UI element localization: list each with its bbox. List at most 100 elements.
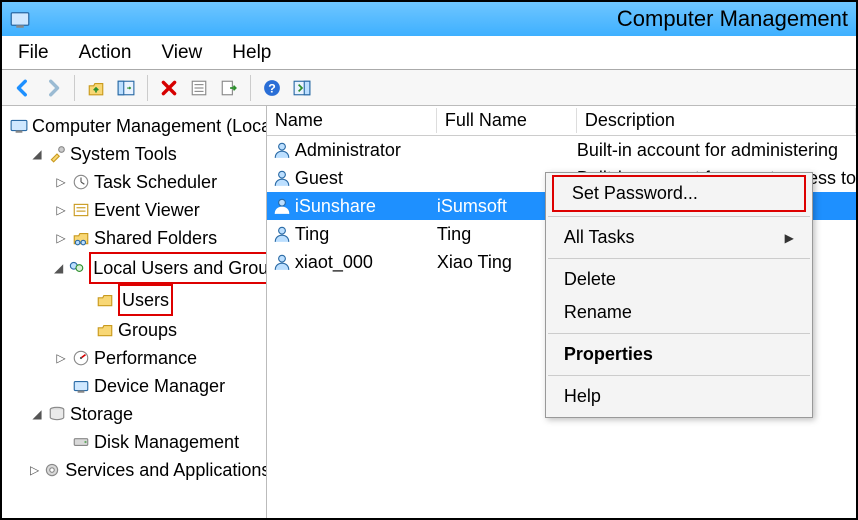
expander-closed-icon[interactable]: ▷ — [54, 203, 68, 217]
context-separator — [548, 375, 810, 376]
tree-performance[interactable]: ▷ Performance — [6, 344, 262, 372]
tree-label: Services and Applications — [65, 456, 267, 484]
folder-icon — [96, 291, 114, 309]
cell-description: Built-in account for administering — [577, 140, 856, 161]
menubar: File Action View Help — [2, 36, 856, 70]
tree-label: Groups — [118, 316, 177, 344]
list-pane: Name Full Name Description Administrator… — [267, 106, 856, 518]
context-delete[interactable]: Delete — [546, 263, 812, 296]
toolbar-separator — [147, 75, 148, 101]
tree-groups[interactable]: Groups — [6, 316, 262, 344]
delete-button[interactable] — [156, 75, 182, 101]
context-label: All Tasks — [564, 227, 635, 248]
expander-open-icon[interactable]: ◢ — [30, 407, 44, 421]
context-help[interactable]: Help — [546, 380, 812, 413]
menu-help[interactable]: Help — [228, 38, 275, 68]
list-header: Name Full Name Description — [267, 106, 856, 136]
tree-services-apps[interactable]: ▷ Services and Applications — [6, 456, 262, 484]
users-groups-icon — [67, 259, 85, 277]
tree-system-tools[interactable]: ◢ System Tools — [6, 140, 262, 168]
tree-label: Performance — [94, 344, 197, 372]
expander-closed-icon[interactable]: ▷ — [30, 463, 39, 477]
toolbar-separator — [250, 75, 251, 101]
show-hide-tree-button[interactable] — [113, 75, 139, 101]
menu-action[interactable]: Action — [75, 38, 136, 68]
expander-closed-icon[interactable]: ▷ — [54, 351, 68, 365]
app-icon — [10, 9, 30, 29]
tree-disk-management[interactable]: Disk Management — [6, 428, 262, 456]
folder-icon — [96, 321, 114, 339]
highlighted-tree-item: Local Users and Groups — [89, 252, 267, 284]
tree-root[interactable]: Computer Management (Local) — [6, 112, 262, 140]
back-button[interactable] — [10, 75, 36, 101]
col-header-fullname[interactable]: Full Name — [437, 108, 577, 133]
tree-label: Local Users and Groups — [93, 258, 267, 278]
tree-label: Storage — [70, 400, 133, 428]
event-viewer-icon — [72, 201, 90, 219]
context-label: Properties — [564, 344, 653, 365]
tree-storage[interactable]: ◢ Storage — [6, 400, 262, 428]
tree-label: Event Viewer — [94, 196, 200, 224]
tree-label: Users — [122, 290, 169, 310]
tree-users[interactable]: Users — [6, 284, 262, 316]
device-manager-icon — [72, 377, 90, 395]
forward-button[interactable] — [40, 75, 66, 101]
performance-icon — [72, 349, 90, 367]
user-icon — [273, 169, 291, 187]
action-panel-button[interactable] — [289, 75, 315, 101]
workspace: Computer Management (Local) ◢ System Too… — [2, 106, 856, 518]
properties-button[interactable] — [186, 75, 212, 101]
tree-local-users-groups[interactable]: ◢ Local Users and Groups — [6, 252, 262, 284]
context-properties[interactable]: Properties — [546, 338, 812, 371]
toolbar-separator — [74, 75, 75, 101]
user-icon — [273, 197, 291, 215]
tree-label: Computer Management (Local) — [32, 112, 267, 140]
storage-icon — [48, 405, 66, 423]
clock-icon — [72, 173, 90, 191]
user-icon — [273, 141, 291, 159]
context-separator — [548, 258, 810, 259]
expander-closed-icon[interactable]: ▷ — [54, 175, 68, 189]
menu-file[interactable]: File — [14, 38, 53, 68]
tree-label: Disk Management — [94, 428, 239, 456]
help-button[interactable]: ? — [259, 75, 285, 101]
menu-view[interactable]: View — [157, 38, 206, 68]
list-row-administrator[interactable]: Administrator Built-in account for admin… — [267, 136, 856, 164]
up-button[interactable] — [83, 75, 109, 101]
shared-folders-icon — [72, 229, 90, 247]
expander-open-icon[interactable]: ◢ — [54, 261, 63, 275]
submenu-arrow-icon: ▶ — [785, 231, 794, 245]
cell-name: xiaot_000 — [295, 252, 373, 273]
tree-device-manager[interactable]: Device Manager — [6, 372, 262, 400]
context-label: Set Password... — [572, 183, 698, 204]
context-set-password[interactable]: Set Password... — [552, 175, 806, 212]
export-list-button[interactable] — [216, 75, 242, 101]
context-separator — [548, 216, 810, 217]
context-rename[interactable]: Rename — [546, 296, 812, 329]
context-separator — [548, 333, 810, 334]
context-label: Delete — [564, 269, 616, 290]
cell-name: iSunshare — [295, 196, 376, 217]
context-label: Help — [564, 386, 601, 407]
disk-icon — [72, 433, 90, 451]
expander-closed-icon[interactable]: ▷ — [54, 231, 68, 245]
context-label: Rename — [564, 302, 632, 323]
user-icon — [273, 253, 291, 271]
expander-open-icon[interactable]: ◢ — [30, 147, 44, 161]
col-header-name[interactable]: Name — [267, 108, 437, 133]
tree-label: Shared Folders — [94, 224, 217, 252]
context-all-tasks[interactable]: All Tasks ▶ — [546, 221, 812, 254]
computer-icon — [10, 117, 28, 135]
context-menu: Set Password... All Tasks ▶ Delete Rename… — [545, 172, 813, 418]
services-icon — [43, 461, 61, 479]
tree-task-scheduler[interactable]: ▷ Task Scheduler — [6, 168, 262, 196]
window-title: Computer Management — [617, 6, 848, 32]
tree-pane: Computer Management (Local) ◢ System Too… — [2, 106, 267, 518]
tree-shared-folders[interactable]: ▷ Shared Folders — [6, 224, 262, 252]
user-icon — [273, 225, 291, 243]
cell-name: Guest — [295, 168, 343, 189]
tree-label: Task Scheduler — [94, 168, 217, 196]
col-header-description[interactable]: Description — [577, 108, 856, 133]
toolbar: ? — [2, 70, 856, 106]
tree-event-viewer[interactable]: ▷ Event Viewer — [6, 196, 262, 224]
